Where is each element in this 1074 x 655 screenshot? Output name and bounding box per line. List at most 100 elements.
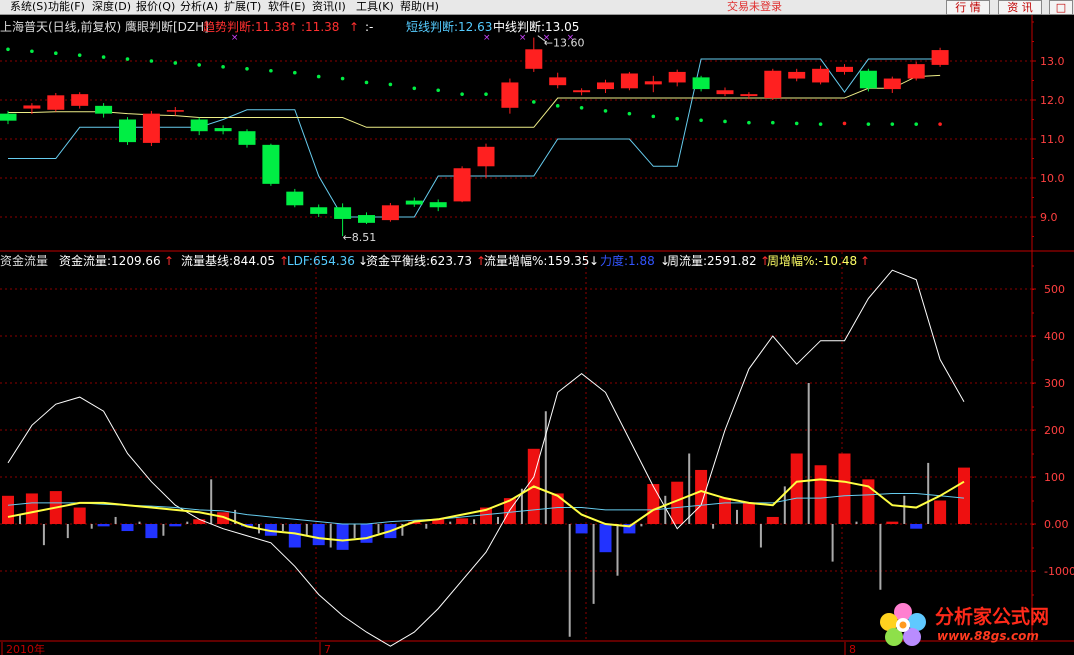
flow-bar[interactable]	[814, 465, 827, 524]
menu-item-6[interactable]: 软件(E)	[268, 0, 306, 14]
candle[interactable]	[238, 129, 256, 148]
indicator-label: 流量基线:844.05	[181, 254, 275, 268]
quotes-button[interactable]: 行 情	[946, 0, 990, 15]
candle[interactable]	[931, 47, 949, 67]
trend-dot	[149, 59, 154, 63]
candle[interactable]	[525, 37, 543, 72]
candle[interactable]	[71, 92, 89, 109]
flow-bar[interactable]	[886, 521, 899, 524]
low-price-label: ←8.51	[343, 231, 377, 244]
restore-button[interactable]: □	[1049, 0, 1073, 15]
candle[interactable]	[405, 197, 423, 207]
candle[interactable]	[95, 103, 113, 118]
flow-bar[interactable]	[360, 524, 373, 543]
menu-item-7[interactable]: 资讯(I)	[312, 0, 346, 14]
candle-body	[142, 113, 160, 143]
candle[interactable]	[429, 199, 447, 212]
flow-bar[interactable]	[193, 519, 206, 524]
candle[interactable]	[597, 79, 614, 93]
candle[interactable]	[573, 88, 591, 96]
flow-bar[interactable]	[934, 500, 947, 525]
candle[interactable]	[644, 75, 662, 93]
candle[interactable]	[310, 204, 328, 217]
flow-tick-label: 500	[1044, 283, 1065, 296]
menu-item-9[interactable]: 帮助(H)	[400, 0, 439, 14]
candle[interactable]	[119, 117, 136, 145]
candle[interactable]	[190, 117, 208, 136]
candle[interactable]	[381, 202, 399, 222]
flow-bar[interactable]	[25, 493, 38, 524]
flow-tick-label: 400	[1044, 330, 1065, 343]
flow-bar[interactable]	[695, 469, 708, 524]
trend-dot	[460, 92, 464, 96]
indicator-label: 流量增幅%:159.35	[484, 253, 589, 268]
candle[interactable]	[214, 125, 232, 135]
flow-bar[interactable]	[73, 507, 86, 524]
candle[interactable]	[47, 92, 65, 112]
flow-bar[interactable]	[97, 524, 110, 527]
candle[interactable]	[262, 143, 280, 186]
flow-bar[interactable]	[121, 524, 134, 532]
candle[interactable]	[907, 61, 925, 81]
flow-bar[interactable]	[910, 524, 923, 529]
candle[interactable]	[453, 166, 471, 203]
menu-item-0[interactable]: 系统(S)	[10, 0, 48, 14]
candle-body	[812, 68, 830, 83]
flow-bar[interactable]	[958, 467, 970, 524]
flow-bar[interactable]	[575, 524, 588, 534]
trend-dot	[364, 80, 369, 85]
menu-item-8[interactable]: 工具(K)	[356, 0, 394, 14]
candle[interactable]	[142, 110, 160, 147]
flow-bar[interactable]	[647, 484, 660, 524]
flow-bar[interactable]	[169, 524, 182, 527]
flow-bar[interactable]	[288, 524, 301, 548]
candle[interactable]	[477, 143, 495, 178]
menu-item-1[interactable]: 功能(F)	[48, 0, 85, 14]
flow-bar[interactable]	[336, 524, 349, 550]
candle[interactable]	[859, 68, 877, 92]
candle-body	[453, 168, 471, 202]
candle[interactable]	[812, 65, 830, 85]
menu-item-4[interactable]: 分析(A)	[180, 0, 218, 14]
flow-bar[interactable]	[766, 516, 779, 524]
trend-dot	[173, 61, 178, 65]
candle[interactable]	[549, 72, 567, 89]
trend-dot	[699, 118, 703, 123]
flow-bar[interactable]	[838, 453, 851, 525]
candle[interactable]	[788, 68, 806, 82]
flow-bar[interactable]	[719, 498, 731, 524]
candle[interactable]	[286, 188, 304, 208]
flow-tick-label: 200	[1044, 424, 1065, 437]
candle[interactable]	[716, 87, 734, 97]
time-axis-label: 7	[324, 643, 331, 655]
flow-bar[interactable]	[2, 495, 14, 524]
flow-bar[interactable]	[312, 524, 325, 546]
candle[interactable]	[836, 64, 853, 75]
menu-item-5[interactable]: 扩展(T)	[224, 0, 261, 14]
candle[interactable]	[883, 76, 901, 93]
flow-bar[interactable]	[790, 453, 803, 525]
candle-body	[549, 77, 567, 86]
candle[interactable]	[358, 212, 375, 225]
time-axis-label: 8	[849, 643, 856, 655]
candle[interactable]	[620, 71, 638, 91]
news-button[interactable]: 资 讯	[998, 0, 1042, 15]
trend-dot	[340, 76, 345, 81]
flow-bar[interactable]	[145, 524, 158, 539]
candle[interactable]	[668, 69, 686, 87]
candle[interactable]	[764, 68, 782, 100]
menu-item-2[interactable]: 深度(D)	[92, 0, 131, 14]
candle[interactable]	[501, 78, 519, 114]
flow-bar[interactable]	[599, 524, 612, 553]
candle-body	[740, 94, 758, 97]
candle[interactable]	[166, 107, 184, 116]
price-panel[interactable]: × × × × ×←13.60←8.51上海普天(日线,前复权) 鹰眼判断[DZH]趋势…	[0, 19, 949, 244]
flow-bar[interactable]	[742, 502, 755, 524]
candle-body	[859, 70, 877, 89]
trend-dot	[484, 92, 488, 96]
flow-panel[interactable]: 资金流量 资金流量:1209.66 ↑ 流量基线:844.05 ↑LDF:654.36 ↓…	[0, 253, 970, 647]
candle[interactable]	[692, 75, 710, 92]
menu-item-3[interactable]: 报价(Q)	[136, 0, 175, 14]
up-arrow-icon: ↑	[288, 20, 298, 34]
flow-bar[interactable]	[456, 518, 469, 524]
